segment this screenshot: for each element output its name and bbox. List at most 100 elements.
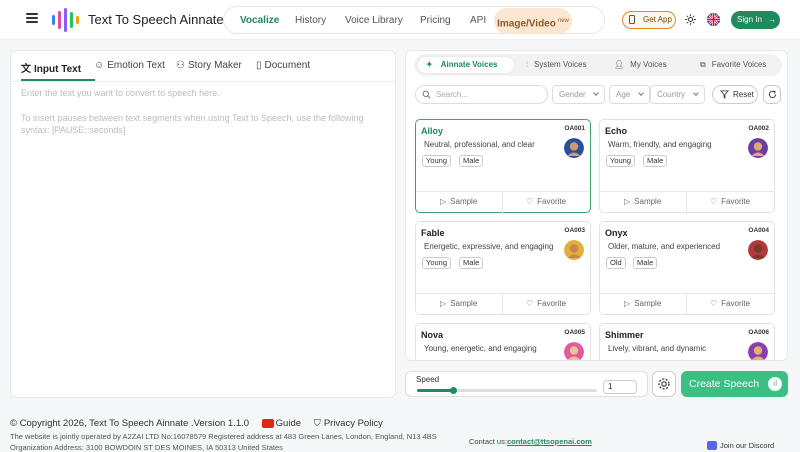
chevron-down-icon xyxy=(593,90,599,96)
top-bar: Text To Speech Ainnate Vocalize History … xyxy=(0,0,800,40)
language-flag-icon[interactable] xyxy=(707,13,720,26)
tab-story-maker[interactable]: ⚇ Story Maker xyxy=(176,60,242,71)
create-speech-label: Create Speech xyxy=(689,378,760,390)
sparkle-icon: ✦ xyxy=(426,60,433,69)
people-icon: ⚇ xyxy=(176,60,185,71)
voice-tag: Old xyxy=(606,257,626,269)
voice-code: OA005 xyxy=(564,329,585,336)
play-icon: ▷ xyxy=(624,197,631,206)
sample-button[interactable]: ▷ Sample xyxy=(624,299,661,308)
country-select-label: Country xyxy=(657,90,686,99)
create-speech-button[interactable]: Create Speech ıl xyxy=(681,371,788,397)
favorite-button[interactable]: ♡ Favorite xyxy=(710,197,750,206)
sign-in-button[interactable]: Sign In → xyxy=(731,11,780,29)
translate-icon: 文 xyxy=(21,64,31,75)
favorite-button[interactable]: ♡ Favorite xyxy=(710,299,750,308)
voice-avatar xyxy=(748,138,768,158)
sample-label: Sample xyxy=(634,197,662,206)
tab-ainnate-voices-label: Ainnate Voices xyxy=(440,60,498,69)
main-nav: Vocalize History Voice Library Pricing A… xyxy=(223,6,605,34)
discord-link[interactable]: Join our Discord xyxy=(707,441,774,450)
editor-placeholder[interactable]: Enter the text you want to convert to sp… xyxy=(21,87,220,99)
reset-filters-button[interactable]: Reset xyxy=(712,85,758,104)
speed-slider-handle[interactable] xyxy=(450,387,457,394)
gender-select[interactable]: Gender xyxy=(552,85,605,104)
action-divider xyxy=(502,192,503,214)
tab-favorite-voices[interactable]: ⧉ Favorite Voices xyxy=(700,57,766,73)
tab-ainnate-voices[interactable]: ✦ Ainnate Voices xyxy=(418,57,514,73)
voice-name: Nova xyxy=(421,330,444,340)
nav-image-video[interactable]: Image/Video new xyxy=(494,8,572,34)
voice-avatar xyxy=(564,342,584,360)
sample-button[interactable]: ▷ Sample xyxy=(440,299,477,308)
youtube-icon xyxy=(261,418,274,428)
voice-tag: Male xyxy=(643,155,668,167)
voice-card[interactable]: Alloy OA001 Neutral, professional, and cle… xyxy=(415,119,591,214)
company-info: The website is jointly operated by A2ZAI… xyxy=(10,432,437,441)
tab-my-voices-label: My Voices xyxy=(630,60,667,69)
play-icon: ▷ xyxy=(624,299,631,308)
speed-slider[interactable] xyxy=(417,387,597,394)
tab-emotion-text[interactable]: ☺ Emotion Text xyxy=(94,60,165,71)
favorite-label: Favorite xyxy=(537,299,567,308)
nav-pricing[interactable]: Pricing xyxy=(420,14,451,27)
voice-card-actions: ▷ Sample ♡ Favorite xyxy=(416,293,590,316)
privacy-policy-link[interactable]: Privacy Policy xyxy=(324,418,383,429)
favorite-button[interactable]: ♡ Favorite xyxy=(526,299,566,308)
voice-description: Young, energetic, and engaging xyxy=(424,344,537,353)
country-select[interactable]: Country xyxy=(650,85,705,104)
tab-input-text[interactable]: 文 Input Text xyxy=(21,60,81,75)
new-badge: new xyxy=(557,18,569,24)
age-select[interactable]: Age xyxy=(609,85,650,104)
contact-line: Contact us:contact@ttsopenai.com xyxy=(469,437,592,446)
tab-favorite-voices-label: Favorite Voices xyxy=(711,60,767,69)
favorite-label: Favorite xyxy=(537,197,567,206)
speed-value-input[interactable]: 1 xyxy=(603,380,637,394)
tab-my-voices[interactable]: 👤︎ My Voices xyxy=(614,57,667,73)
voice-card[interactable]: Fable OA003 Energetic, expressive, and eng… xyxy=(415,221,591,316)
get-app-label: Get App xyxy=(643,15,672,24)
sample-label: Sample xyxy=(450,299,478,308)
heart-icon: ♡ xyxy=(710,197,718,206)
brand-name[interactable]: Text To Speech Ainnate xyxy=(88,12,224,27)
search-icon xyxy=(422,90,431,99)
voice-card-actions: ▷ Sample ♡ Favorite xyxy=(600,191,774,214)
voice-tag: Male xyxy=(459,155,484,167)
voice-description: Warm, friendly, and engaging xyxy=(608,140,712,149)
voice-card[interactable]: Nova OA005 Young, energetic, and engaging … xyxy=(415,323,591,360)
voice-card[interactable]: Shimmer OA006 Lively, vibrant, and dynamic… xyxy=(599,323,775,360)
voice-code: OA004 xyxy=(748,227,769,234)
footer-main: © Copyright 2026, Text To Speech Ainnate… xyxy=(10,418,383,429)
menu-icon[interactable] xyxy=(26,13,38,23)
settings-button[interactable] xyxy=(652,371,676,397)
document-icon: ▯ xyxy=(256,60,262,71)
contact-email-link[interactable]: contact@ttsopenai.com xyxy=(507,437,592,446)
theme-toggle-icon[interactable] xyxy=(685,14,696,25)
tab-divider xyxy=(11,81,395,82)
discord-label: Join our Discord xyxy=(720,441,775,450)
filter-icon xyxy=(720,90,729,99)
guide-link[interactable]: Guide xyxy=(276,418,301,429)
voice-code: OA003 xyxy=(564,227,585,234)
get-app-button[interactable]: Get App xyxy=(622,11,676,29)
speed-label: Speed xyxy=(416,375,440,384)
favorite-button[interactable]: ♡ Favorite xyxy=(526,197,566,206)
action-divider xyxy=(686,192,687,214)
voice-card[interactable]: Onyx OA004 Older, mature, and experienced O… xyxy=(599,221,775,316)
tab-document[interactable]: ▯ Document xyxy=(256,60,310,71)
text-input-panel: 文 Input Text ☺ Emotion Text ⚇ Story Maker ▯… xyxy=(10,50,396,398)
nav-vocalize[interactable]: Vocalize xyxy=(240,14,279,27)
sample-button[interactable]: ▷ Sample xyxy=(624,197,661,206)
sample-button[interactable]: ▷ Sample xyxy=(440,197,477,206)
voice-search-input[interactable]: Search... xyxy=(415,85,548,104)
nav-voice-library[interactable]: Voice Library xyxy=(345,14,403,27)
nav-api[interactable]: API xyxy=(470,14,486,27)
sample-label: Sample xyxy=(450,197,478,206)
voice-card[interactable]: Echo OA002 Warm, friendly, and engaging You… xyxy=(599,119,775,214)
refresh-button[interactable] xyxy=(763,85,781,104)
arrow-right-icon: → xyxy=(768,15,777,24)
nav-history[interactable]: History xyxy=(295,14,326,27)
tab-system-voices[interactable]: ⫶ System Voices xyxy=(526,57,586,73)
logo[interactable] xyxy=(52,8,80,32)
sample-label: Sample xyxy=(634,299,662,308)
